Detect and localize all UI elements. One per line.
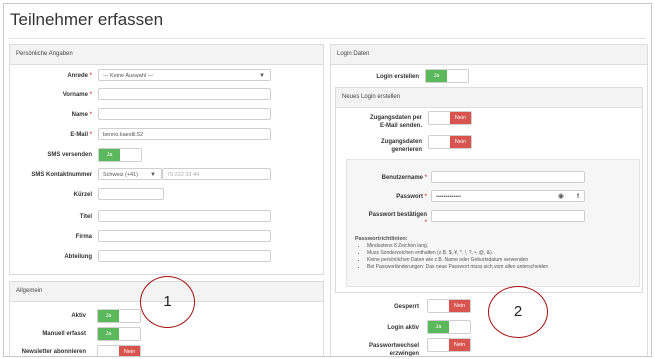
anrede-label: Anrede * [67,73,92,79]
password-input[interactable]: ••••••••••••• ◉ f [431,190,585,202]
name-label: Name * [71,112,92,118]
email-label: E-Mail * [70,132,92,138]
annotation-circle-2: 2 [488,286,548,338]
password-confirm-input[interactable] [431,210,585,222]
password-rules-title: Passwortrichtlinien: [355,236,408,242]
window-frame: Teilnehmer erfassen Persönliche Angaben … [3,3,652,357]
personal-panel: Persönliche Angaben Anrede * --- Keine A… [9,44,324,275]
new-login-panel-header: Neues Login erstellen [336,88,642,108]
newsletter-toggle[interactable]: Nein [97,345,141,356]
username-label: Benutzername * [381,175,427,181]
vorname-label: Vorname * [62,92,92,98]
rule-item: Bei Passwortänderungen: Das neue Passwor… [367,264,635,271]
newsletter-label: Newsletter abonnieren [21,349,86,355]
send-data-toggle[interactable]: Nein [428,111,472,125]
password-confirm-label: Passwort bestätigen * [368,212,427,226]
new-login-panel: Neues Login erstellen Zugangsdaten per E… [335,87,643,293]
manuell-label: Manuell erfasst [42,331,86,337]
kuerzel-input[interactable] [98,188,164,200]
sms-send-toggle[interactable]: Ja [98,148,142,162]
pw-change-label: Passwortwechsel erzwingen [368,343,419,357]
generate-label: Zugangsdaten generieren [380,139,422,153]
sms-number-input[interactable]: 79 222 33 44 [162,168,271,180]
credentials-box: Benutzername * Passwort * ••••••••••••• … [346,159,640,287]
sms-number-label: SMS Kontaktnummer [31,172,92,178]
sms-send-label: SMS versenden [47,152,92,158]
pw-change-toggle[interactable]: Nein [427,338,471,352]
abteilung-label: Abteilung [64,254,92,260]
titel-input[interactable] [98,210,271,222]
annotation-circle-1: 1 [140,276,195,328]
title-divider [9,38,646,39]
chevron-down-icon: ▼ [259,73,265,79]
aktiv-label: Aktiv [71,313,86,319]
anrede-select[interactable]: --- Keine Auswahl --- ▼ [98,69,271,81]
vorname-input[interactable] [98,88,271,100]
rule-item: Muss Sonderzeichen enthalten (z.B. $, ¥,… [367,250,635,257]
login-aktiv-label: Login aktiv [387,325,419,331]
gesperrt-label: Gesperrt [393,304,419,310]
firma-input[interactable] [98,230,271,242]
generate-toggle[interactable]: Nein [428,135,472,149]
eye-icon[interactable]: ◉ [558,191,564,203]
email-input[interactable]: benno.kaestli.52 [98,128,271,140]
name-input[interactable] [98,108,271,120]
chevron-down-icon: ▼ [150,172,156,178]
manuell-toggle[interactable]: Ja [97,327,141,341]
country-select[interactable]: Schweiz (+41) ▼ [98,168,162,180]
login-aktiv-toggle[interactable]: Ja [427,320,471,334]
firma-label: Firma [75,234,92,240]
rule-item: Mindestens 8 Zeichen lang. [367,243,635,250]
rule-item: Keine persönlichen Daten wie z.B. Name o… [367,257,635,264]
aktiv-toggle[interactable]: Ja [97,309,141,323]
username-input[interactable] [431,171,585,183]
login-create-label: Login erstellen [376,74,419,80]
personal-panel-header: Persönliche Angaben [10,45,323,65]
gesperrt-toggle[interactable]: Nein [427,299,471,313]
page-title: Teilnehmer erfassen [10,10,164,29]
titel-label: Titel [79,214,92,220]
password-label: Passwort * [396,194,427,200]
send-data-label: Zugangsdaten per E-Mail senden. [369,115,422,129]
login-panel-header: Login Daten [331,45,647,65]
kuerzel-label: Kürzel [73,192,92,198]
login-create-toggle[interactable]: Ja [425,69,469,83]
info-icon[interactable]: f [577,191,579,203]
password-rules: Passwortrichtlinien: Mindestens 8 Zeiche… [355,236,635,271]
abteilung-input[interactable] [98,250,271,262]
